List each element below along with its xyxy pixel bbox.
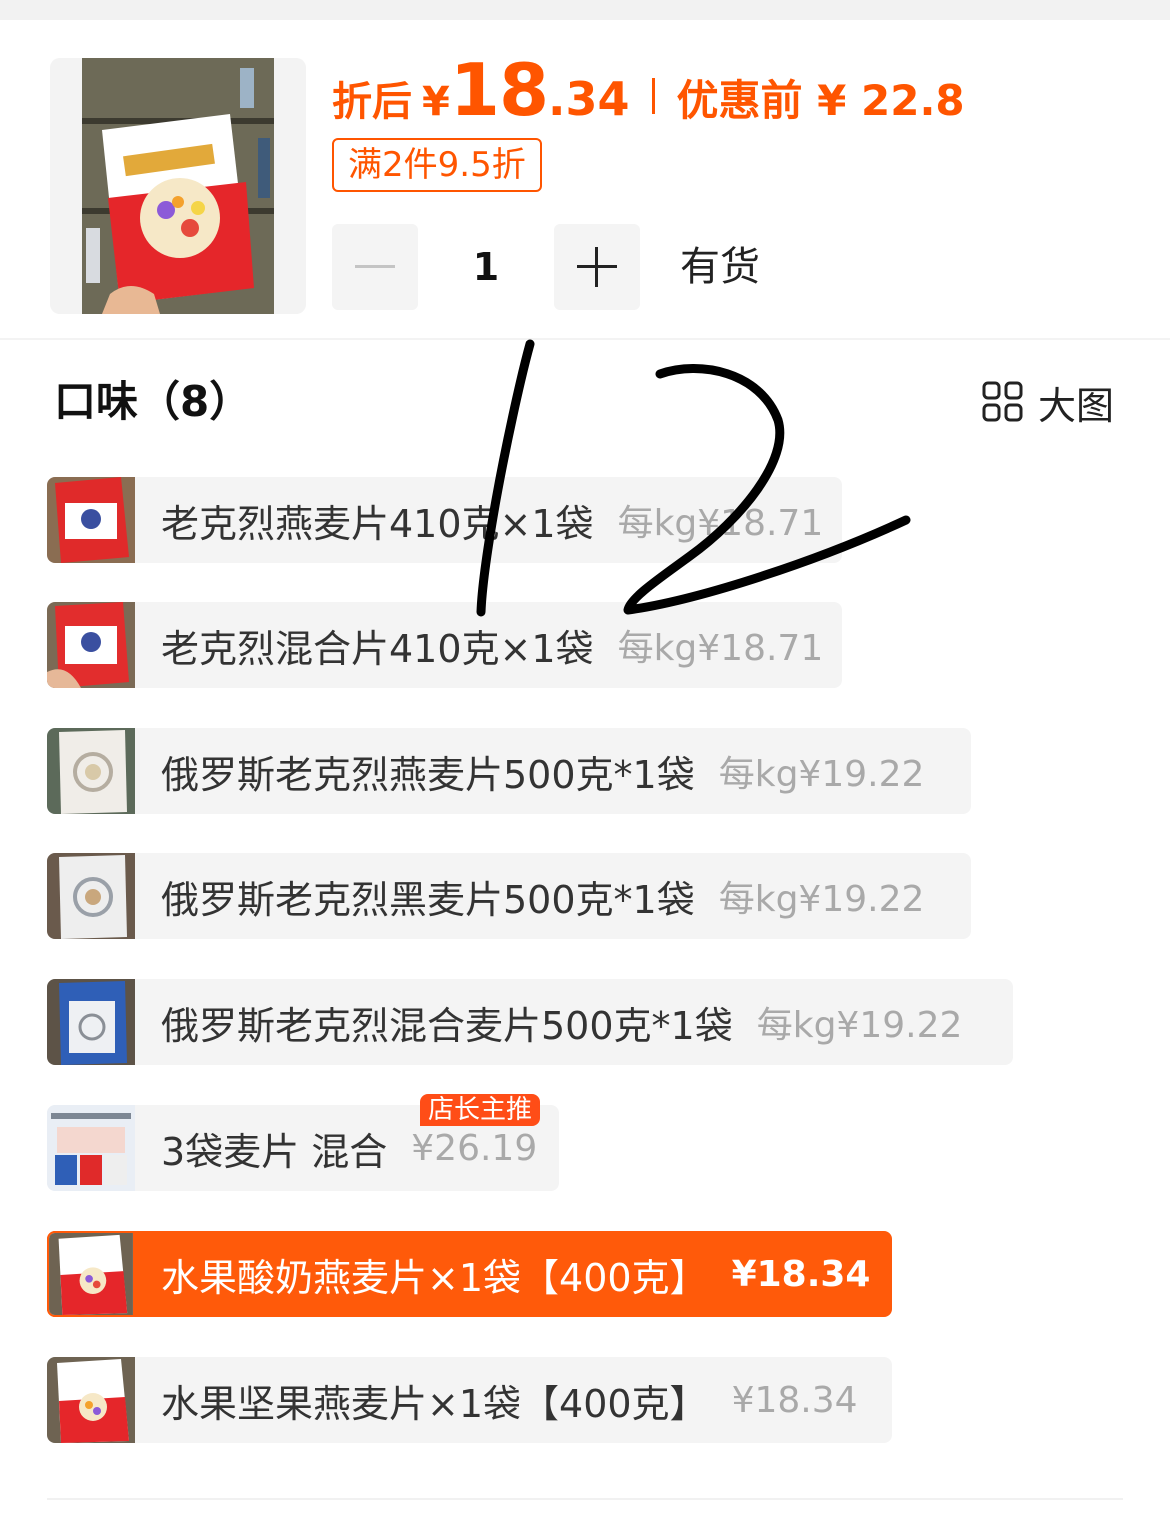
option-name: 老克烈混合片410克×1袋: [161, 626, 594, 671]
price-integer: 18: [449, 48, 549, 132]
option-thumbnail: [47, 1231, 135, 1317]
quantity-decrease-button[interactable]: [332, 224, 418, 310]
option-thumbnail: [47, 979, 135, 1065]
option-price: 每kg¥19.22: [756, 1005, 963, 1046]
price-separator: [651, 78, 655, 114]
stock-status: 有货: [680, 244, 760, 290]
option-name: 俄罗斯老克烈黑麦片500克*1袋: [161, 877, 695, 922]
price-prefix: 折后: [332, 79, 412, 125]
option-price: ¥18.34: [731, 1253, 871, 1295]
option-price: 每kg¥18.71: [617, 628, 824, 669]
recommended-badge: 店长主推: [420, 1094, 541, 1126]
price-decimal: .34: [548, 72, 630, 126]
quantity-value[interactable]: 1: [418, 224, 554, 310]
option-name: 3袋麦片 混合: [161, 1129, 388, 1174]
option-price: ¥26.19: [411, 1127, 538, 1169]
flavor-option[interactable]: 老克烈燕麦片410克×1袋 每kg¥18.71: [47, 477, 842, 563]
flavor-option[interactable]: 俄罗斯老克烈黑麦片500克*1袋 每kg¥19.22: [47, 853, 971, 939]
plus-icon: [577, 247, 617, 287]
section-divider: [0, 338, 1170, 340]
minus-icon: [355, 265, 395, 268]
quantity-increase-button[interactable]: [554, 224, 640, 310]
option-price: 每kg¥19.22: [718, 879, 925, 920]
flavor-option[interactable]: 俄罗斯老克烈燕麦片500克*1袋 每kg¥19.22: [47, 728, 971, 814]
option-price: 每kg¥18.71: [617, 503, 824, 544]
option-name: 水果坚果燕麦片×1袋【400克】: [161, 1381, 708, 1426]
product-photo: [50, 58, 306, 314]
option-thumbnail: [47, 853, 135, 939]
flavor-option[interactable]: 水果坚果燕麦片×1袋【400克】 ¥18.34: [47, 1357, 892, 1443]
big-view-label: 大图: [1038, 383, 1115, 428]
promo-tag: 满2件9.5折: [332, 138, 542, 192]
flavor-option[interactable]: 老克烈混合片410克×1袋 每kg¥18.71: [47, 602, 842, 688]
bottom-divider: [47, 1498, 1123, 1500]
big-view-toggle[interactable]: 大图: [982, 374, 1114, 430]
option-price: ¥18.34: [731, 1379, 858, 1421]
flavor-option-selected[interactable]: 水果酸奶燕麦片×1袋【400克】 ¥18.34: [47, 1231, 892, 1317]
option-thumbnail: [47, 477, 135, 563]
product-main-image[interactable]: [50, 58, 306, 314]
option-name: 俄罗斯老克烈燕麦片500克*1袋: [161, 752, 695, 797]
option-price: 每kg¥19.22: [718, 754, 925, 795]
price-row: 折后 ¥ 18 .34 优惠前 ¥ 22.8: [332, 48, 965, 132]
option-name: 水果酸奶燕麦片×1袋【400克】: [161, 1255, 708, 1300]
flavor-section-title: 口味（8）: [54, 377, 252, 426]
flavor-option[interactable]: 俄罗斯老克烈混合麦片500克*1袋 每kg¥19.22: [47, 979, 1013, 1065]
top-strip: [0, 0, 1170, 20]
option-name: 俄罗斯老克烈混合麦片500克*1袋: [161, 1003, 733, 1048]
option-thumbnail: [47, 1357, 135, 1443]
option-thumbnail: [47, 1105, 135, 1191]
option-thumbnail: [47, 602, 135, 688]
currency-symbol: ¥: [422, 79, 450, 125]
grid-icon: [982, 381, 1023, 422]
option-thumbnail: [47, 728, 135, 814]
price-before-discount: 优惠前 ¥ 22.8: [676, 76, 965, 125]
option-name: 老克烈燕麦片410克×1袋: [161, 501, 594, 546]
